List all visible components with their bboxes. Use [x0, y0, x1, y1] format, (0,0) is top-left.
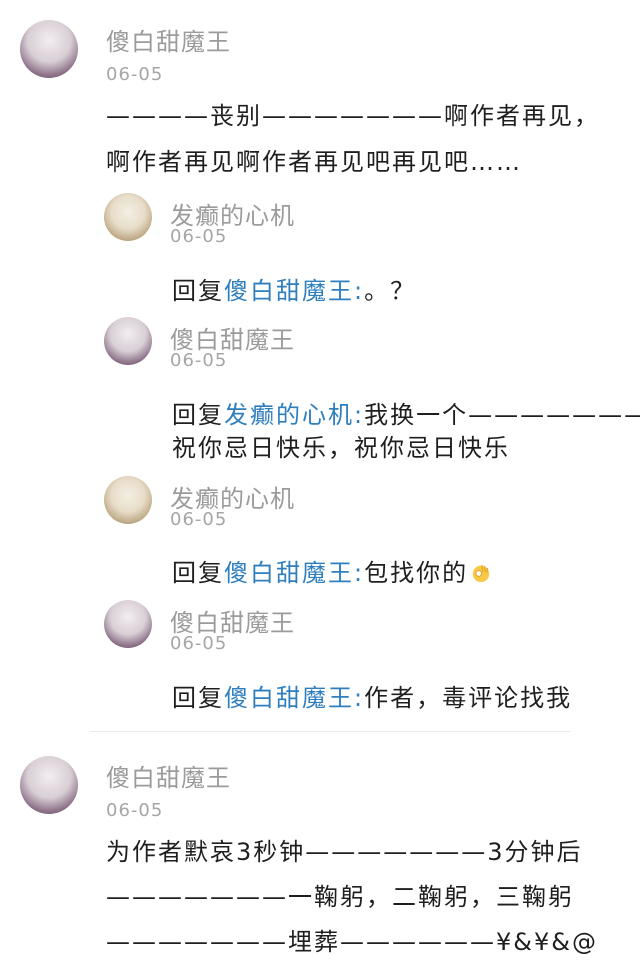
reply-body: 包找你的: [364, 559, 469, 587]
reply-body: 。？: [364, 277, 417, 305]
reply-mention-link[interactable]: 傻白甜魔王:: [224, 559, 364, 587]
comment-date: 06-05: [106, 64, 164, 85]
comment-divider: [90, 731, 570, 732]
ok-hand-emoji-icon: [472, 565, 490, 583]
reply-date: 06-05: [170, 509, 228, 530]
reply-text: 回复傻白甜魔王:作者，毒评论找我: [172, 678, 572, 713]
reply-prefix: 回复: [172, 684, 224, 712]
reply-body: 我换一个———————: [364, 401, 640, 429]
reply-mention-link[interactable]: 傻白甜魔王:: [224, 277, 364, 305]
comment-text-line: ———————埋葬——————¥&¥&@: [106, 928, 598, 956]
reply-text: 回复发癫的心机:我换一个———————: [172, 395, 640, 430]
comment-text-line: ———————一鞠躬，二鞠躬，三鞠躬: [106, 883, 574, 911]
avatar[interactable]: [20, 20, 78, 78]
avatar[interactable]: [104, 317, 152, 365]
reply-prefix: 回复: [172, 277, 224, 305]
comment-text-line: 为作者默哀3秒钟———————3分钟后: [106, 838, 583, 866]
reply-prefix: 回复: [172, 401, 224, 429]
avatar[interactable]: [104, 600, 152, 648]
reply-text: 回复傻白甜魔王:。？: [172, 271, 416, 306]
comment-username[interactable]: 傻白甜魔王: [106, 22, 231, 57]
reply-date: 06-05: [170, 350, 228, 371]
reply-date: 06-05: [170, 633, 228, 654]
reply-body: 作者，毒评论找我: [364, 684, 573, 712]
avatar[interactable]: [104, 476, 152, 524]
comment-date: 06-05: [106, 800, 164, 821]
reply-text-line: 祝你忌日快乐，祝你忌日快乐: [172, 434, 510, 462]
comment-text-line: ————丧别———————啊作者再见，: [106, 102, 600, 130]
reply-text: 回复傻白甜魔王:包找你的: [172, 553, 492, 588]
comment-username[interactable]: 傻白甜魔王: [106, 758, 231, 793]
avatar[interactable]: [20, 756, 78, 814]
reply-mention-link[interactable]: 傻白甜魔王:: [224, 684, 364, 712]
reply-prefix: 回复: [172, 559, 224, 587]
reply-date: 06-05: [170, 226, 228, 247]
reply-mention-link[interactable]: 发癫的心机:: [224, 401, 364, 429]
avatar[interactable]: [104, 193, 152, 241]
comment-text-line: 啊作者再见啊作者再见吧再见吧……: [106, 148, 522, 176]
